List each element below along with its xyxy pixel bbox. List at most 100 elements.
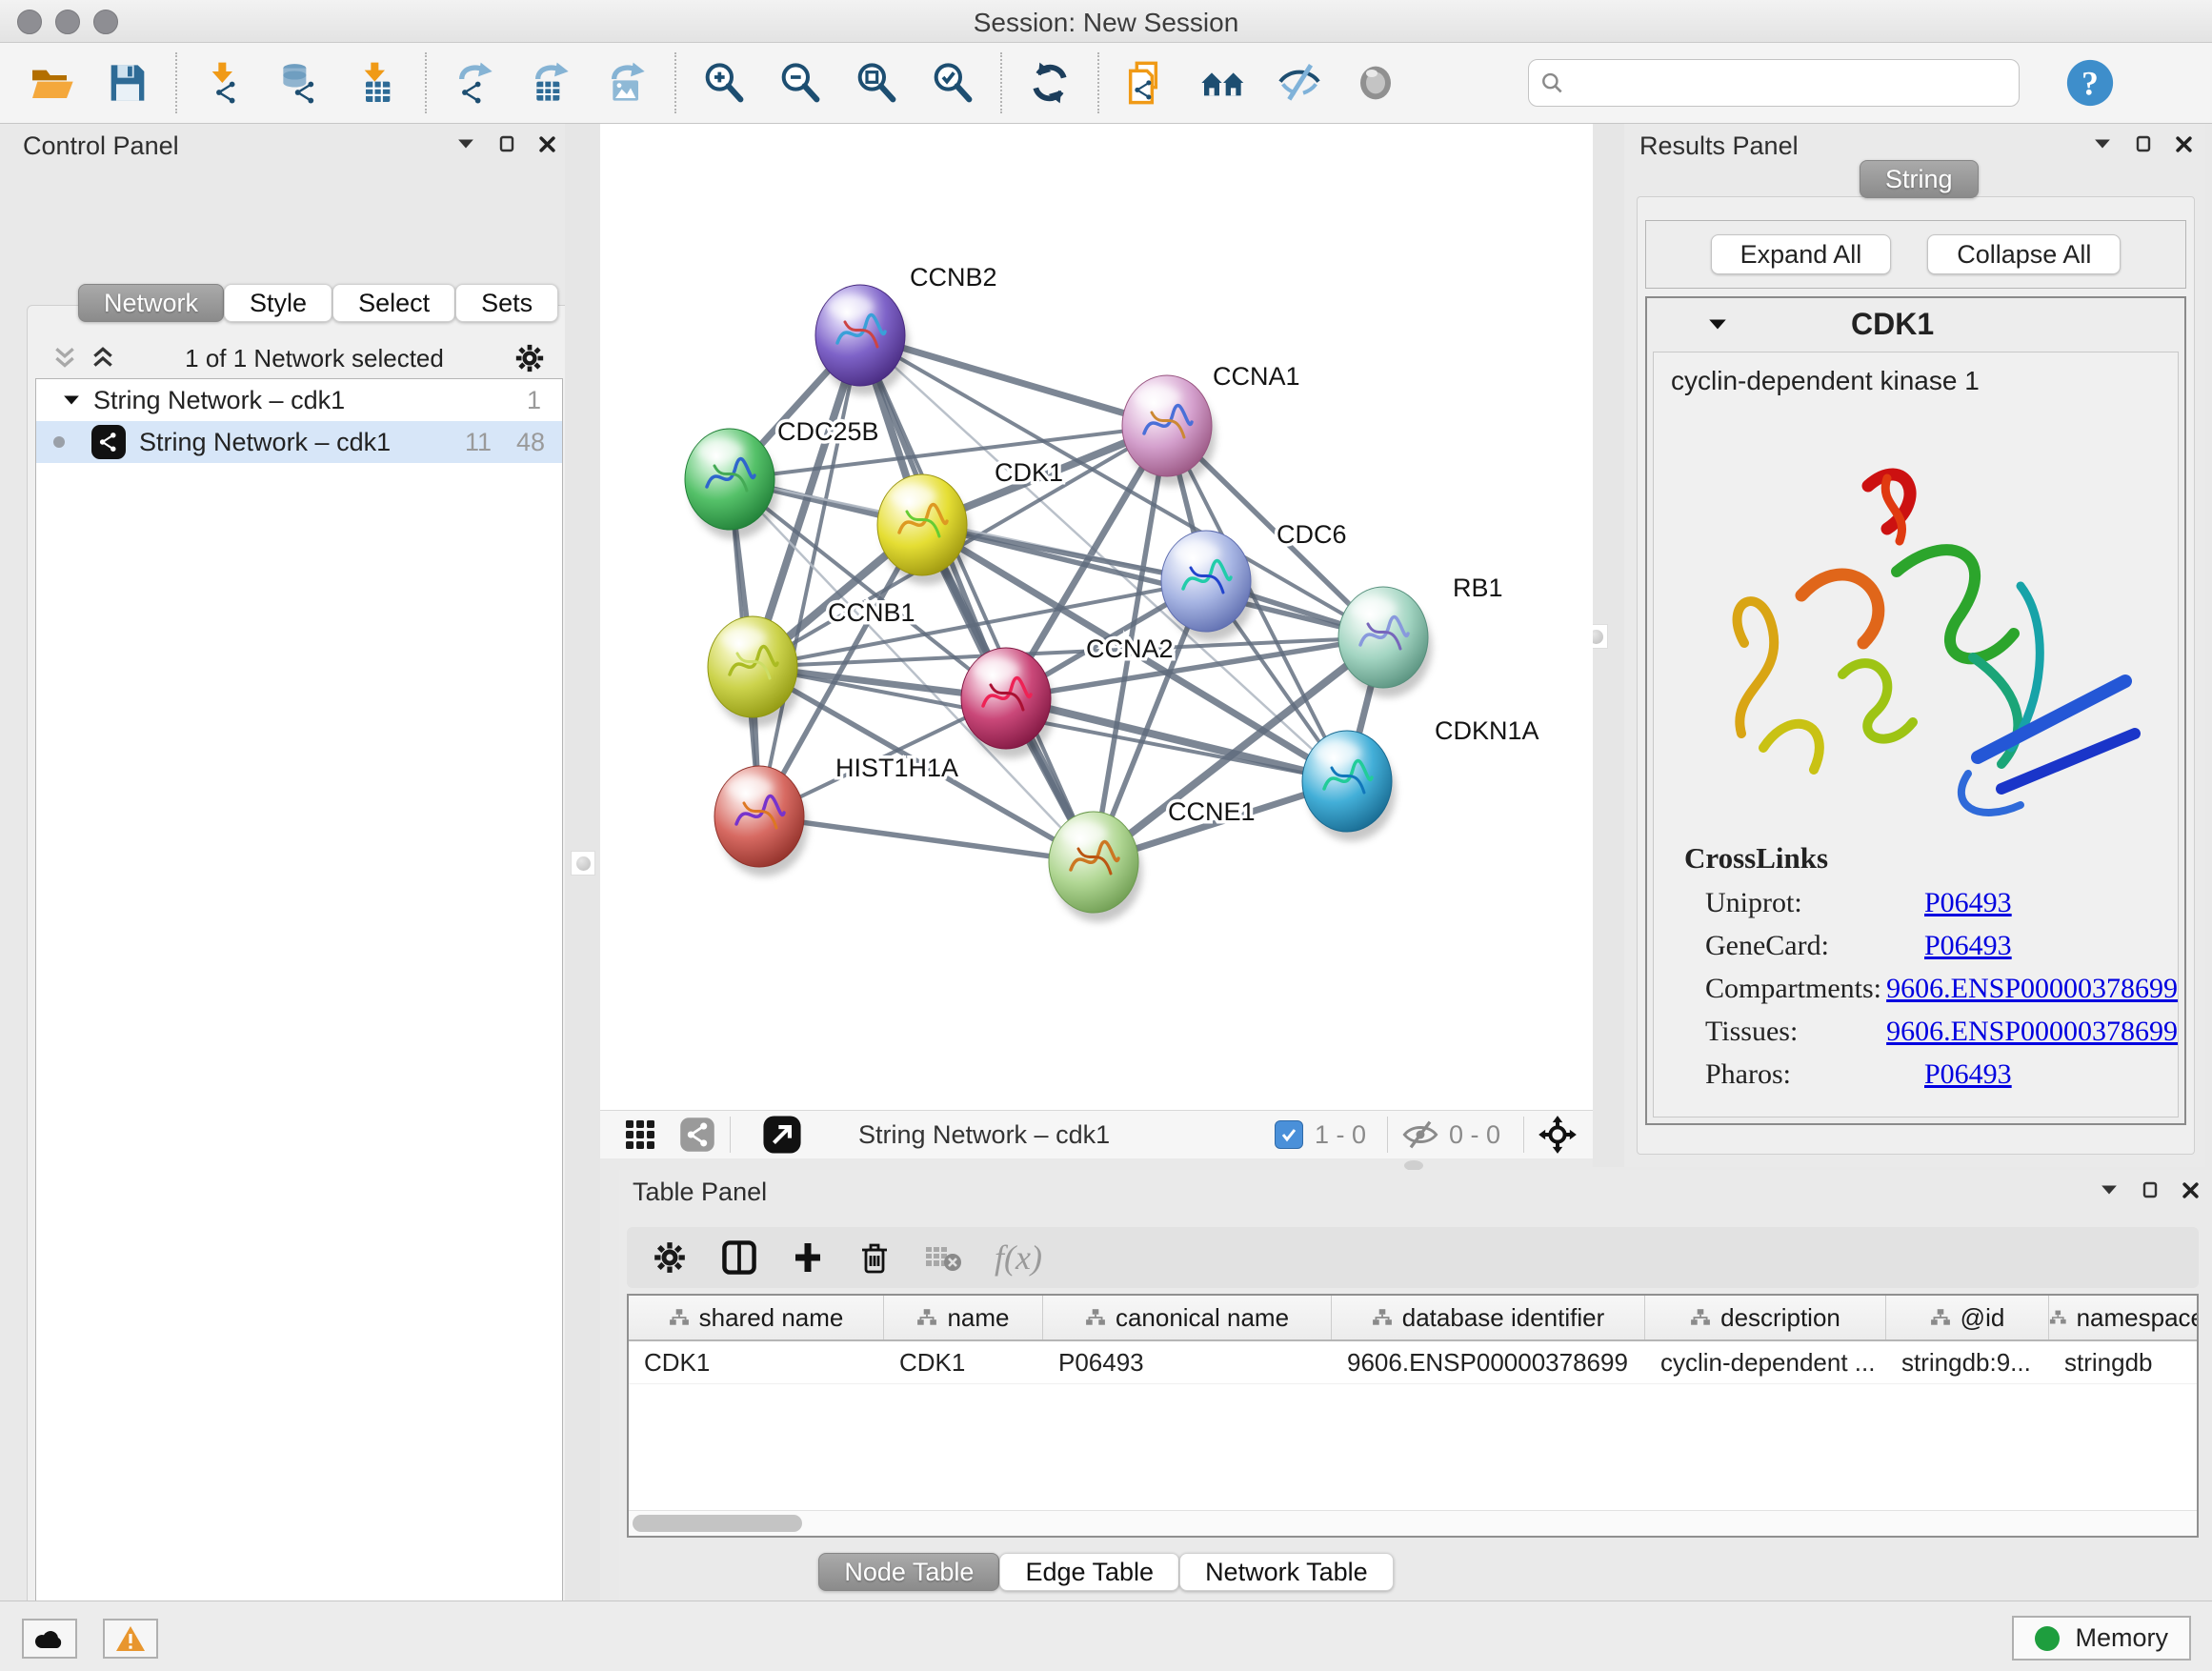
control-panel-title: Control Panel [23,131,179,161]
warning-button[interactable] [103,1619,158,1659]
hide-selected-icon[interactable] [1261,49,1337,117]
panel-close-icon[interactable] [2182,1182,2199,1198]
node-CCNB2[interactable] [815,285,909,395]
panel-menu-icon[interactable] [457,137,474,151]
fit-selected-icon[interactable] [1538,1115,1578,1155]
grid-view-icon[interactable] [623,1117,657,1152]
gear-icon[interactable] [513,342,546,374]
save-session-icon[interactable] [90,49,166,117]
crosslink-link[interactable]: P06493 [1924,887,2012,919]
first-neighbors-icon[interactable] [1185,49,1261,117]
collection-expanded-icon[interactable] [63,393,80,407]
crosslink-link[interactable]: P06493 [1924,1058,2012,1091]
panel-close-icon[interactable] [539,136,555,152]
panel-menu-icon[interactable] [2101,1183,2118,1197]
node-CDK1[interactable] [877,474,971,585]
node-CDKN1A[interactable] [1302,731,1396,841]
help-icon[interactable]: ? [2063,56,2117,110]
tab-network-table[interactable]: Network Table [1179,1553,1394,1591]
add-column-icon[interactable] [791,1240,825,1275]
table-cell[interactable]: cyclin-dependent ... [1645,1341,1886,1383]
network-row[interactable]: String Network – cdk1 11 48 [36,421,562,463]
node-label-CCNA1: CCNA1 [1213,362,1300,391]
network-canvas[interactable]: CCNB2CCNA1CDC25BCDK1CDC6RB1CCNB1CCNA2CDK… [600,124,1593,1110]
table-cell[interactable]: P06493 [1043,1341,1332,1383]
expand-all-icon[interactable] [90,346,115,371]
results-panel-title: Results Panel [1639,131,1799,161]
search-input[interactable] [1563,68,2007,99]
tab-sets[interactable]: Sets [455,284,558,322]
panel-float-icon[interactable] [2142,1181,2158,1198]
left-splitter-handle[interactable] [571,851,595,876]
section-collapse-icon[interactable] [1708,317,1727,332]
table-hscrollbar[interactable] [629,1510,2197,1536]
crosslink-label: Uniprot: [1705,887,1924,919]
table-gear-icon[interactable] [652,1239,688,1276]
edge-HIST1H1A-CCNE1[interactable] [759,816,1094,862]
tab-network[interactable]: Network [78,284,224,322]
zoom-selected-icon[interactable] [915,49,991,117]
column-header-namespace[interactable]: namespace [2049,1296,2199,1339]
toolbar-separator [674,52,676,113]
table-cell[interactable]: CDK1 [629,1341,884,1383]
edge-CCNB2-HIST1H1A[interactable] [759,335,860,816]
collapse-all-icon[interactable] [52,346,77,371]
tab-node-table[interactable]: Node Table [818,1553,999,1591]
import-network-database-icon[interactable] [263,49,339,117]
show-all-icon[interactable] [1337,49,1414,117]
zoom-out-icon[interactable] [762,49,838,117]
panel-float-icon[interactable] [2136,135,2151,152]
table-cell[interactable]: stringdb:9... [1886,1341,2049,1383]
import-network-file-icon[interactable] [187,49,263,117]
export-network-icon[interactable] [436,49,513,117]
panel-menu-icon[interactable] [2094,137,2111,151]
string-view-icon[interactable] [678,1116,716,1154]
tab-string[interactable]: String [1860,160,1979,198]
column-header-name[interactable]: name [884,1296,1043,1339]
column-header-shared-name[interactable]: shared name [629,1296,884,1339]
node-CCNA1[interactable] [1122,375,1216,486]
table-row[interactable]: CDK1CDK1P064939606.ENSP00000378699cyclin… [629,1341,2197,1384]
collapse-all-button[interactable]: Collapse All [1927,234,2121,274]
show-columns-icon[interactable] [720,1238,758,1277]
status-bar: Memory [0,1601,2212,1671]
node-label-CDC25B: CDC25B [777,417,879,446]
node-CCNA2[interactable] [961,648,1055,758]
column-header-database-identifier[interactable]: database identifier [1332,1296,1645,1339]
crosslink-link[interactable]: 9606.ENSP00000378699 [1886,973,2178,1005]
node-HIST1H1A[interactable] [714,766,808,876]
delete-column-icon[interactable] [857,1239,892,1276]
crosslink-link[interactable]: P06493 [1924,930,2012,962]
zoom-in-icon[interactable] [686,49,762,117]
open-view-icon[interactable] [761,1114,803,1156]
cloud-button[interactable] [22,1619,77,1659]
table-cell[interactable]: stringdb [2049,1341,2199,1383]
refresh-icon[interactable] [1012,49,1088,117]
tab-style[interactable]: Style [224,284,332,322]
column-header-canonical-name[interactable]: canonical name [1043,1296,1332,1339]
expand-all-button[interactable]: Expand All [1711,234,1892,274]
panel-float-icon[interactable] [499,135,514,152]
table-cell[interactable]: CDK1 [884,1341,1043,1383]
export-image-icon[interactable] [589,49,665,117]
column-header-description[interactable]: description [1645,1296,1886,1339]
column-header--id[interactable]: @id [1886,1296,2049,1339]
crosslink-link[interactable]: 9606.ENSP00000378699 [1886,1016,2178,1048]
selected-checkbox-icon[interactable] [1275,1120,1303,1149]
network-collection-row[interactable]: String Network – cdk1 1 [36,379,562,421]
open-session-icon[interactable] [13,49,90,117]
toolbar-separator [425,52,427,113]
tab-select[interactable]: Select [332,284,455,322]
node-CCNE1[interactable] [1049,812,1142,922]
export-table-icon[interactable] [513,49,589,117]
clone-network-icon[interactable] [1109,49,1185,117]
node-RB1[interactable] [1338,587,1432,697]
table-cell[interactable]: 9606.ENSP00000378699 [1332,1341,1645,1383]
memory-button[interactable]: Memory [2012,1616,2191,1661]
panel-close-icon[interactable] [2176,136,2192,152]
crosslinks-title: CrossLinks [1684,841,2178,876]
search-field[interactable] [1528,59,2020,107]
tab-edge-table[interactable]: Edge Table [999,1553,1179,1591]
zoom-fit-icon[interactable] [838,49,915,117]
import-table-file-icon[interactable] [339,49,415,117]
